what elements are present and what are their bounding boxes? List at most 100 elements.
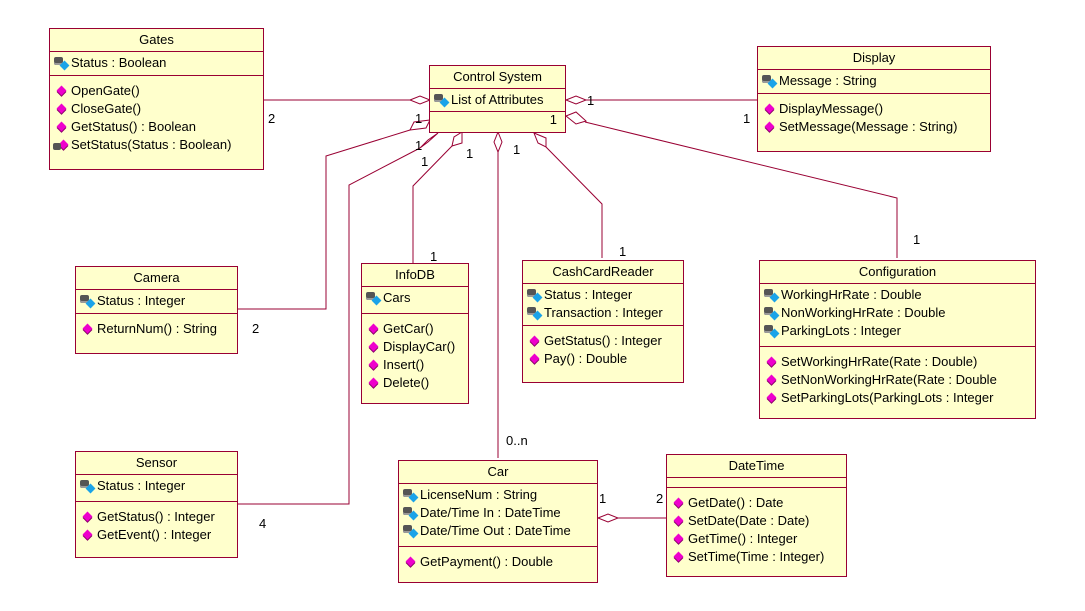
operation: CloseGate(): [53, 100, 263, 118]
operation-text: SetTime(Time : Integer): [688, 549, 825, 564]
class-car[interactable]: Car LicenseNum : String Date/Time In : D…: [398, 460, 598, 583]
attribute: WorkingHrRate : Double: [763, 286, 1035, 304]
private-attribute-icon: [402, 524, 420, 538]
public-operation-icon: [763, 373, 781, 387]
public-operation-icon: [79, 322, 97, 336]
aggregation-diamond-display: [564, 95, 588, 105]
operations-compartment: GetStatus() : Integer Pay() : Double: [523, 326, 683, 371]
operations-compartment: SetWorkingHrRate(Rate : Double) SetNonWo…: [760, 347, 1035, 410]
class-name: DateTime: [667, 455, 846, 478]
class-infodb[interactable]: InfoDB Cars GetCar() DisplayCar() Insert…: [361, 263, 469, 404]
operation: OpenGate(): [53, 82, 263, 100]
operation: ReturnNum() : String: [79, 320, 237, 338]
private-attribute-icon: [433, 93, 451, 107]
attribute-text: Transaction : Integer: [544, 305, 663, 320]
private-attribute-icon: [402, 488, 420, 502]
aggregation-diamond-car: [493, 130, 503, 154]
attributes-compartment: LicenseNum : String Date/Time In : DateT…: [399, 484, 597, 547]
class-camera[interactable]: Camera Status : Integer ReturnNum() : St…: [75, 266, 238, 354]
aggregation-diamond-configuration: [565, 111, 587, 125]
attribute-text: Cars: [383, 290, 411, 305]
operation: DisplayMessage(): [761, 100, 990, 118]
public-operation-icon: [53, 102, 71, 116]
operations-compartment: ReturnNum() : String: [76, 314, 237, 341]
public-operation-icon: [526, 334, 544, 348]
operation: Delete(): [365, 374, 468, 392]
attributes-compartment: Message : String: [758, 70, 990, 94]
multiplicity-display-whole: 1: [587, 93, 595, 108]
attribute-text: WorkingHrRate : Double: [781, 287, 922, 302]
operation-text: DisplayMessage(): [779, 101, 884, 116]
class-gates[interactable]: Gates Status : Boolean OpenGate() CloseG…: [49, 28, 264, 170]
multiplicity-car-part: 0..n: [506, 433, 528, 448]
public-operation-icon: [79, 510, 97, 524]
operations-compartment: GetPayment() : Double: [399, 547, 597, 574]
attribute-text: LicenseNum : String: [420, 487, 538, 502]
attribute: ParkingLots : Integer: [763, 322, 1035, 340]
attribute-text: ParkingLots : Integer: [781, 323, 901, 338]
class-datetime[interactable]: DateTime GetDate() : Date SetDate(Date :…: [666, 454, 847, 577]
operation-text: GetDate() : Date: [688, 495, 784, 510]
aggregation-diamond-cashcardreader: [533, 132, 547, 148]
class-control-system[interactable]: Control System List of Attributes 1: [429, 65, 566, 133]
class-configuration[interactable]: Configuration WorkingHrRate : Double Non…: [759, 260, 1036, 419]
operation-text: SetWorkingHrRate(Rate : Double): [781, 354, 978, 369]
attribute-text: Date/Time In : DateTime: [420, 505, 561, 520]
operation-text: GetStatus() : Integer: [97, 509, 215, 524]
operations-compartment: OpenGate() CloseGate() GetStatus() : Boo…: [50, 76, 263, 157]
operation: SetStatus(Status : Boolean): [53, 136, 263, 154]
operation-text: SetStatus(Status : Boolean): [71, 137, 232, 152]
class-name: Camera: [76, 267, 237, 290]
public-operation-icon: [365, 322, 383, 336]
public-operation-icon: [670, 496, 688, 510]
operation: SetParkingLots(ParkingLots : Integer: [763, 389, 1035, 407]
attribute-text: Status : Integer: [544, 287, 633, 302]
private-attribute-icon: [763, 288, 781, 302]
class-name: InfoDB: [362, 264, 468, 287]
operation-text: ReturnNum() : String: [97, 321, 217, 336]
attributes-compartment: Cars: [362, 287, 468, 314]
operation-text: SetParkingLots(ParkingLots : Integer: [781, 390, 994, 405]
class-cashcardreader[interactable]: CashCardReader Status : Integer Transact…: [522, 260, 684, 383]
private-attribute-icon: [763, 324, 781, 338]
aggregation-diamond-car-datetime: [596, 513, 620, 523]
operations-compartment: GetCar() DisplayCar() Insert() Delete(): [362, 314, 468, 395]
private-attribute-icon: [761, 74, 779, 88]
operation-text: DisplayCar(): [383, 339, 456, 354]
multiplicity-camera-part: 2: [252, 321, 260, 336]
multiplicity-display-part: 1: [743, 111, 751, 126]
class-display[interactable]: Display Message : String DisplayMessage(…: [757, 46, 991, 152]
public-operation-icon: [761, 102, 779, 116]
public-operation-icon: [670, 532, 688, 546]
attribute-text: Status : Boolean: [71, 55, 167, 70]
class-name: Control System: [430, 66, 565, 89]
attribute: Status : Integer: [79, 477, 237, 495]
operation-text: CloseGate(): [71, 101, 142, 116]
private-attribute-icon: [365, 291, 383, 305]
operation-text: GetTime() : Integer: [688, 531, 798, 546]
operation-text: GetEvent() : Integer: [97, 527, 212, 542]
multiplicity-gates-part: 2: [268, 111, 276, 126]
multiplicity-sensor-part: 4: [259, 516, 267, 531]
attribute: Cars: [365, 289, 468, 307]
private-attribute-icon: [526, 306, 544, 320]
operation-text: GetStatus() : Integer: [544, 333, 662, 348]
attribute: List of Attributes: [433, 91, 565, 109]
public-operation-icon: [670, 514, 688, 528]
association-infodb: [412, 145, 453, 263]
operation: SetDate(Date : Date): [670, 512, 846, 530]
private-attribute-icon: [79, 479, 97, 493]
multiplicity-camera-whole: 1: [415, 138, 423, 153]
private-attribute-icon: [79, 294, 97, 308]
operation-text: GetPayment() : Double: [420, 554, 553, 569]
attributes-compartment: Status : Boolean: [50, 52, 263, 76]
class-name: Sensor: [76, 452, 237, 475]
operation: GetStatus() : Boolean: [53, 118, 263, 136]
class-sensor[interactable]: Sensor Status : Integer GetStatus() : In…: [75, 451, 238, 558]
attribute: Date/Time Out : DateTime: [402, 522, 597, 540]
attributes-compartment: Status : Integer: [76, 475, 237, 502]
operation: GetStatus() : Integer: [79, 508, 237, 526]
attribute: LicenseNum : String: [402, 486, 597, 504]
attribute: Status : Integer: [79, 292, 237, 310]
multiplicity-car-whole: 1: [513, 142, 521, 157]
